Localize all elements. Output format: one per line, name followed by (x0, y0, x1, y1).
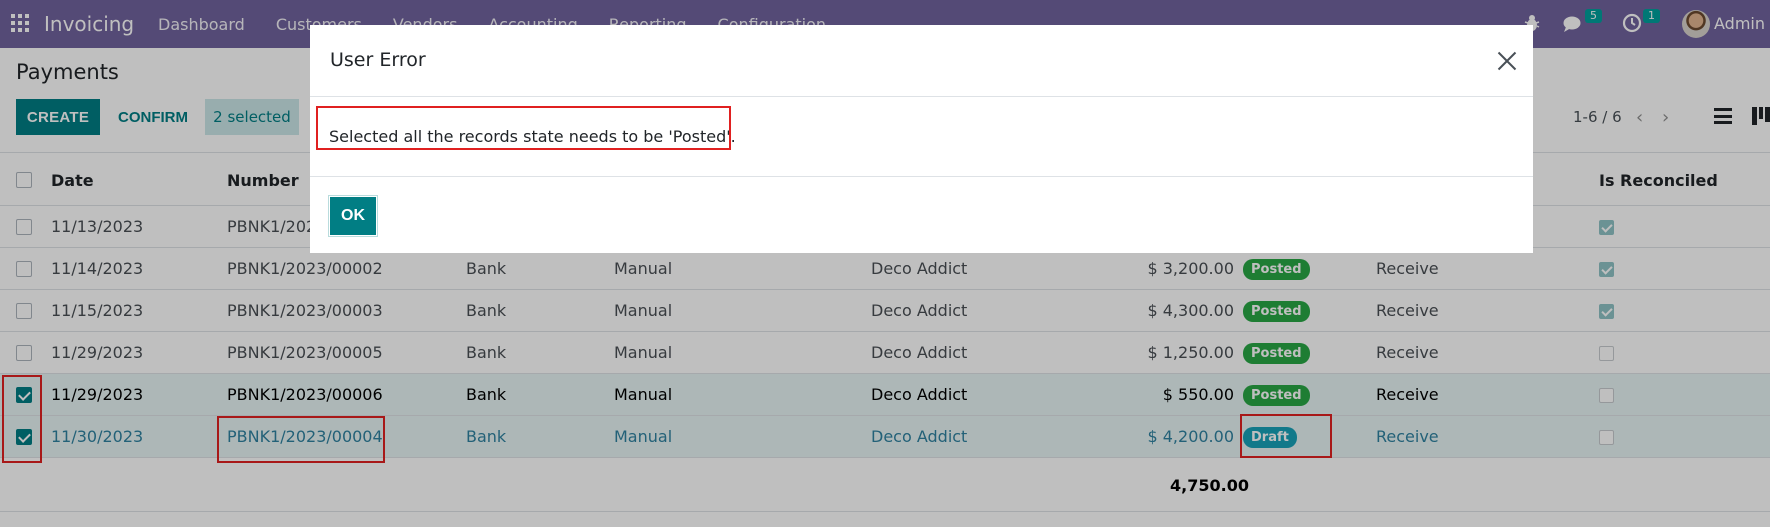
dialog-header: User Error (310, 25, 1533, 97)
close-icon[interactable] (1496, 50, 1518, 72)
ok-button[interactable]: OK (328, 195, 378, 237)
dialog-title: User Error (330, 49, 426, 71)
annotation-box-error-message (316, 106, 731, 150)
